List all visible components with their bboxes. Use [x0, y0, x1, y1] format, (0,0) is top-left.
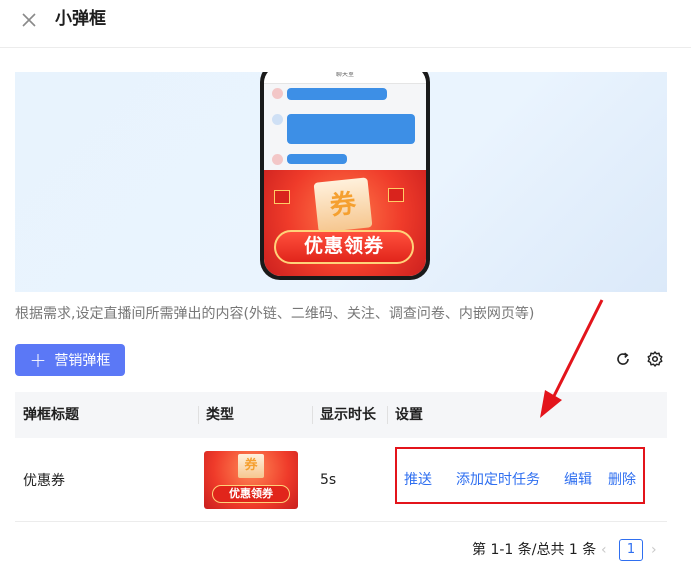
add-popup-button[interactable]: + 营销弹框 [15, 344, 125, 376]
pagination-summary: 第 1-1 条/总共 1 条 [472, 542, 597, 558]
popup-type-thumbnail: 券 优惠领券 [204, 450, 298, 509]
table-header: 弹框标题 类型 显示时长 设置 [15, 392, 667, 438]
column-header-type: 类型 [198, 392, 312, 438]
thumbnail-ticket: 券 [238, 453, 264, 478]
avatar [272, 154, 283, 165]
column-header-duration: 显示时长 [312, 392, 387, 438]
thumbnail-label: 优惠领券 [212, 484, 290, 503]
edit-button[interactable]: 编辑 [564, 471, 592, 489]
promo-button: 优惠领券 [274, 230, 414, 264]
delete-button[interactable]: 删除 [608, 471, 636, 489]
chat-room-title: 聊天室 [264, 72, 426, 84]
gift-box-icon [388, 188, 404, 202]
chat-message [272, 114, 415, 144]
column-header-settings: 设置 [387, 392, 667, 438]
phone-screen: 聊天室 券 优惠领券 [264, 72, 426, 276]
avatar [272, 114, 283, 125]
refresh-icon[interactable] [614, 350, 632, 368]
coupon-ticket: 券 [313, 177, 373, 233]
dialog-title: 小弹框 [55, 9, 106, 29]
page-1-button[interactable]: 1 [619, 539, 643, 561]
preview-banner: 聊天室 券 优惠领券 [15, 72, 667, 292]
gift-box-icon [274, 190, 290, 204]
chat-message [272, 88, 387, 100]
avatar [272, 88, 283, 99]
row-duration: 5s [320, 471, 337, 488]
plus-icon: + [29, 348, 47, 372]
phone-mockup: 聊天室 券 优惠领券 [260, 72, 430, 280]
chat-bubble [287, 114, 415, 144]
chevron-right-icon[interactable]: › [651, 540, 657, 560]
add-scheduled-task-button[interactable]: 添加定时任务 [456, 471, 540, 489]
chevron-left-icon[interactable]: ‹ [601, 540, 607, 560]
row-title: 优惠券 [23, 472, 65, 489]
push-button[interactable]: 推送 [404, 471, 432, 489]
gear-icon[interactable] [646, 350, 664, 368]
chat-bubble [287, 88, 387, 100]
chat-bubble [287, 154, 347, 164]
promo-popup: 券 优惠领券 [264, 170, 426, 276]
dialog-header: 小弹框 [0, 0, 691, 40]
column-header-title: 弹框标题 [23, 407, 79, 423]
header-divider [0, 47, 691, 48]
row-actions-highlight: 推送 添加定时任务 编辑 删除 [395, 447, 645, 504]
chat-message [272, 154, 347, 165]
close-icon[interactable] [18, 9, 40, 31]
description-text: 根据需求,设定直播间所需弹出的内容(外链、二维码、关注、调查问卷、内嵌网页等) [15, 306, 535, 322]
row-type: 券 优惠领券 [198, 450, 312, 509]
add-popup-label: 营销弹框 [54, 353, 111, 369]
